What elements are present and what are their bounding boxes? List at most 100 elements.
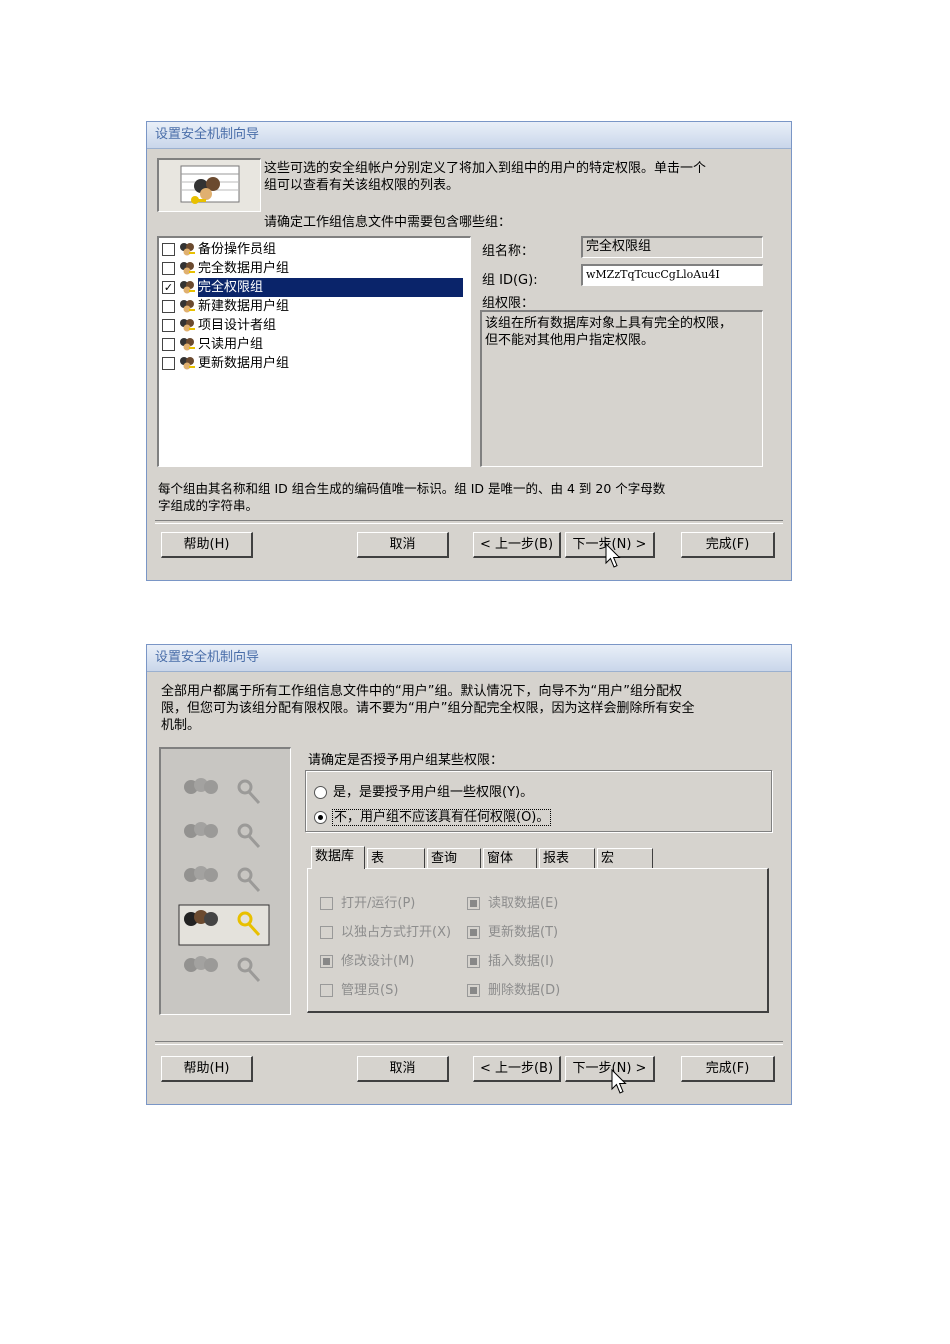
group-label: 项目设计者组 [198,318,277,333]
permission-checkbox[interactable] [320,955,333,968]
tab-4[interactable]: 报表 [539,848,595,868]
tab-5[interactable]: 宏 [597,848,653,868]
group-list-item[interactable]: 完全数据用户组 [159,259,470,278]
permission-checkbox[interactable] [320,926,333,939]
radio-no-circle[interactable] [314,811,327,824]
group-list-item[interactable]: 备份操作员组 [159,240,470,259]
group-list-item[interactable]: 只读用户组 [159,335,470,354]
permission-checkbox[interactable] [467,897,480,910]
help-button[interactable]: 帮助(H) [161,532,253,558]
group-label: 更新数据用户组 [198,356,290,371]
footer-line-1: 每个组由其名称和组 ID 组合生成的编码值唯一标识。组 ID 是唯一的、由 4 … [158,481,666,496]
permission-label: 修改设计(M) [341,954,415,969]
group-label: 新建数据用户组 [198,299,290,314]
group-id-input[interactable]: wMZzTqTcucCgLloAu4I [581,264,763,286]
group-label: 完全数据用户组 [198,261,290,276]
permission-label: 更新数据(T) [488,925,559,940]
permission-option[interactable]: 删除数据(D) [467,979,560,998]
intro-line-2: 组可以查看有关该组权限的列表。 [264,178,460,193]
group-checkbox[interactable] [162,243,175,256]
permission-checkbox[interactable] [467,926,480,939]
groups-prompt: 请确定工作组信息文件中需要包含哪些组： [264,215,512,230]
tab-1[interactable]: 表 [367,848,425,868]
permission-option[interactable]: 以独占方式打开(X) [320,921,451,940]
group-id-value: wMZzTqTcucCgLloAu4I [586,268,720,281]
back-button[interactable]: < 上一步(B) [473,1056,561,1082]
permission-prompt: 请确定是否授予用户组某些权限： [308,753,504,768]
permission-option[interactable]: 更新数据(T) [467,921,558,940]
group-label: 只读用户组 [198,337,264,352]
permission-checkbox[interactable] [320,897,333,910]
back-button[interactable]: < 上一步(B) [473,532,561,558]
group-checkbox[interactable] [162,300,175,313]
group-label: 备份操作员组 [198,242,277,257]
wizard-header-image [157,158,261,212]
group-list-item[interactable]: 新建数据用户组 [159,297,470,316]
radio-no[interactable]: 不，用户组不应该具有任何权限(O)。 [314,806,552,826]
group-list-item[interactable]: 更新数据用户组 [159,354,470,373]
cancel-button[interactable]: 取消 [357,1056,449,1082]
group-icon [179,261,196,276]
group-checkbox[interactable] [162,319,175,332]
cancel-button[interactable]: 取消 [357,532,449,558]
mouse-cursor-icon [611,1069,627,1094]
group-name-value: 完全权限组 [586,239,652,254]
permissions-text-line-1: 该组在所有数据库对象上具有完全的权限， [485,316,733,331]
group-icon [179,280,196,295]
finish-button[interactable]: 完成(F) [681,532,775,558]
radio-no-label: 不，用户组不应该具有任何权限(O)。 [331,809,552,826]
permission-option[interactable]: 修改设计(M) [320,950,414,969]
window-title: 设置安全机制向导 [147,122,791,149]
intro-line-1: 这些可选的安全组帐户分别定义了将加入到组中的用户的特定权限。单击一个 [264,161,707,176]
permission-checkbox[interactable] [467,955,480,968]
group-checkbox[interactable] [162,338,175,351]
group-checklist[interactable]: 备份操作员组 完全数据用户组 ✓ 完全权限组新建数据用户组 项目设计者组 只读用户组更新数… [157,236,471,467]
tab-2[interactable]: 查询 [427,848,481,868]
group-icon [179,356,196,371]
permission-option[interactable]: 插入数据(I) [467,950,554,969]
intro-line-3: 机制。 [161,718,201,733]
object-type-tabs: 数据库表查询 窗体 报表宏 [311,846,771,869]
window-title: 设置安全机制向导 [147,645,791,672]
group-checkbox[interactable]: ✓ [162,281,175,294]
group-name-label: 组名称： [482,244,535,259]
footer-text: 每个组由其名称和组 ID 组合生成的编码值唯一标识。组 ID 是唯一的、由 4 … [158,480,665,514]
tab-3[interactable]: 窗体 [483,848,537,868]
radio-yes[interactable]: 是，是要授予用户组一些权限(Y)。 [314,781,533,800]
permissions-text-line-2: 但不能对其他用户指定权限。 [485,333,655,348]
group-users-icon [180,165,240,204]
footer-line-2: 字组成的字符串。 [158,498,259,513]
users-keys-icon [178,778,270,983]
group-permissions-box: 该组在所有数据库对象上具有完全的权限， 但不能对其他用户指定权限。 [480,310,763,467]
help-button[interactable]: 帮助(H) [161,1056,253,1082]
group-checkbox[interactable] [162,262,175,275]
mouse-cursor-icon [605,543,621,568]
group-icon [179,337,196,352]
group-permissions-label: 组权限： [482,296,535,311]
finish-button[interactable]: 完成(F) [681,1056,775,1082]
security-wizard-dialog-groups: 设置安全机制向导 这些可选的安全组帐户分别定义了将加入到组中的用户的特定权限。单… [146,121,792,581]
intro-line-2: 限，但您可为该组分配有限权限。请不要为“用户”组分配完全权限，因为这样会删除所有… [161,701,695,716]
group-label: 完全权限组 [198,278,464,297]
radio-yes-circle[interactable] [314,786,327,799]
permission-label: 删除数据(D) [488,983,561,998]
group-checkbox[interactable] [162,357,175,370]
group-list-item[interactable]: 项目设计者组 [159,316,470,335]
divider [155,1041,783,1045]
wizard-side-image [159,747,291,1015]
permission-option[interactable]: 读取数据(E) [467,892,558,911]
next-button[interactable]: 下一步(N) > [565,1056,655,1082]
security-wizard-dialog-users: 设置安全机制向导 全部用户都属于所有工作组信息文件中的“用户”组。默认情况下，向… [146,644,792,1105]
permission-checkbox[interactable] [467,984,480,997]
permission-label: 打开/运行(P) [341,896,416,911]
group-list-item[interactable]: ✓ 完全权限组 [159,278,470,297]
permission-checkbox[interactable] [320,984,333,997]
group-icon [179,299,196,314]
group-icon [179,318,196,333]
permission-option[interactable]: 打开/运行(P) [320,892,415,911]
permission-option[interactable]: 管理员(S) [320,979,398,998]
group-name-field: 完全权限组 [581,236,763,258]
intro-text: 这些可选的安全组帐户分别定义了将加入到组中的用户的特定权限。单击一个 组可以查看… [264,160,706,194]
permission-label: 管理员(S) [341,983,399,998]
tab-0[interactable]: 数据库 [311,846,365,869]
